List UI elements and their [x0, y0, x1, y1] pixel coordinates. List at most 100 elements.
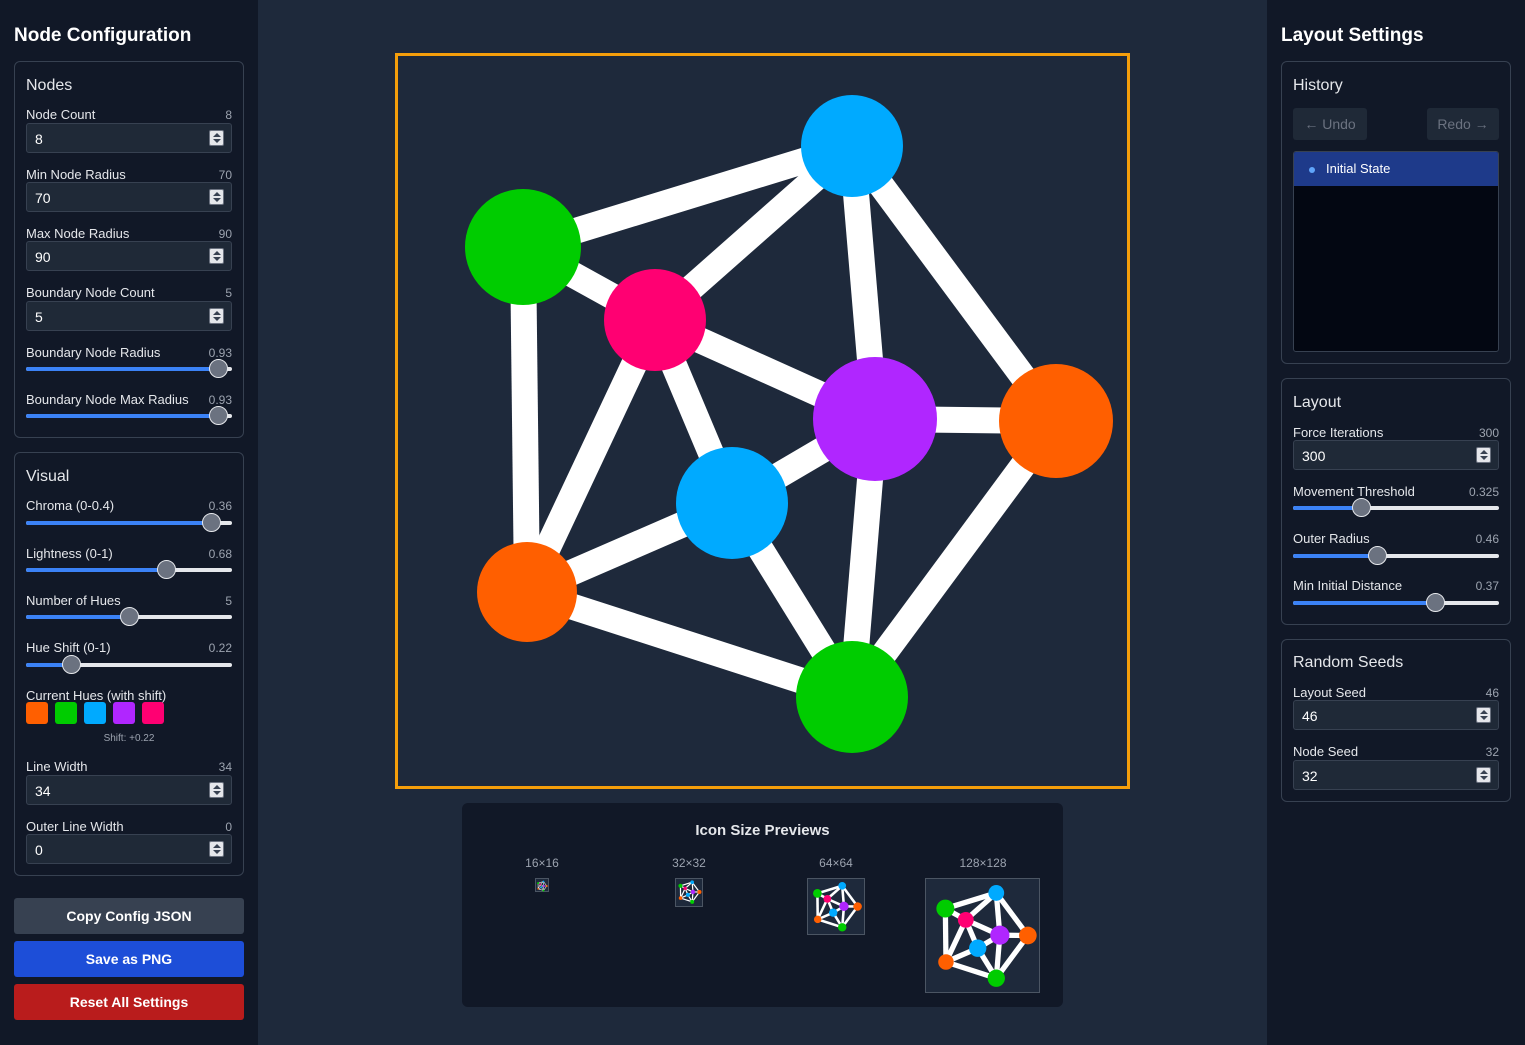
force-iterations-spinner[interactable]	[1476, 447, 1491, 463]
min-node-radius-spinner[interactable]	[209, 189, 224, 205]
outer-line-width-spinner[interactable]	[209, 841, 224, 857]
preview-label-64: 64×64	[819, 856, 853, 870]
graph-node	[936, 899, 955, 918]
graph-node	[539, 883, 542, 886]
copy-config-button[interactable]: Copy Config JSON	[14, 898, 244, 934]
slider-thumb[interactable]	[1351, 498, 1371, 517]
slider-fill	[26, 615, 129, 619]
graph-node	[828, 908, 838, 917]
slider-thumb[interactable]	[120, 607, 139, 626]
graph-node	[999, 364, 1113, 478]
max-node-radius-input-value: 90	[35, 249, 51, 265]
max-node-radius-spinner[interactable]	[209, 248, 224, 264]
graph-node	[678, 896, 683, 900]
outer-radius-slider[interactable]	[1293, 546, 1499, 565]
graph-node	[987, 969, 1005, 987]
hue-swatch	[142, 702, 164, 724]
layout-seed-spinner[interactable]	[1476, 707, 1491, 723]
chroma-slider[interactable]	[26, 513, 232, 532]
layout-seed-input[interactable]: 46	[1293, 700, 1499, 730]
max-node-radius-label: Max Node Radius	[26, 226, 130, 241]
graph-node	[477, 542, 577, 642]
graph-node	[839, 901, 849, 912]
boundary-node-count-value: 5	[225, 286, 232, 300]
line-width-input[interactable]: 34	[26, 775, 232, 805]
graph-node	[957, 911, 974, 928]
number-of-hues-label: Number of Hues	[26, 593, 121, 608]
graph-node	[542, 884, 545, 887]
history-list[interactable]: Initial State	[1293, 151, 1499, 352]
slider-thumb[interactable]	[208, 406, 228, 425]
graph-node	[685, 892, 690, 897]
history-item[interactable]: Initial State	[1294, 152, 1498, 186]
node-count-label: Node Count	[26, 107, 96, 122]
hue-swatch	[55, 702, 77, 724]
hue-swatch	[113, 702, 135, 724]
reset-settings-button[interactable]: Reset All Settings	[14, 984, 244, 1020]
layout-seed-input-value: 46	[1302, 708, 1318, 724]
min-node-radius-input[interactable]: 70	[26, 182, 232, 212]
undo-label: Undo	[1322, 116, 1356, 132]
graph-node	[853, 902, 862, 911]
max-node-radius-input[interactable]: 90	[26, 241, 232, 271]
node-count-spinner[interactable]	[209, 130, 224, 146]
movement-threshold-label: Movement Threshold	[1293, 484, 1415, 499]
redo-button[interactable]: Redo →	[1427, 108, 1499, 140]
movement-threshold-slider[interactable]	[1293, 498, 1499, 517]
graph-node	[537, 882, 540, 885]
slider-fill	[26, 521, 212, 525]
slider-thumb[interactable]	[208, 359, 228, 378]
boundary-node-radius-value: 0.93	[208, 346, 232, 360]
lightness-slider[interactable]	[26, 560, 232, 579]
movement-threshold-value: 0.325	[1468, 485, 1499, 499]
min-initial-distance-slider[interactable]	[1293, 593, 1499, 612]
slider-fill	[26, 367, 218, 371]
line-width-spinner[interactable]	[209, 782, 224, 798]
boundary-node-count-input[interactable]: 5	[26, 301, 232, 331]
boundary-node-max-radius-slider[interactable]	[26, 406, 232, 425]
boundary-node-count-spinner[interactable]	[209, 308, 224, 324]
graph-node	[697, 889, 702, 895]
min-node-radius-label: Min Node Radius	[26, 167, 126, 182]
slider-thumb[interactable]	[1426, 593, 1446, 612]
graph-node	[796, 641, 908, 753]
graph-node	[1019, 926, 1037, 945]
graph-node	[801, 95, 903, 197]
outer-line-width-value: 0	[225, 820, 232, 834]
nodes-panel-title: Nodes	[26, 77, 73, 94]
graph-node	[542, 880, 545, 883]
redo-label: Redo	[1437, 116, 1471, 132]
graph-canvas[interactable]	[398, 56, 1127, 786]
graph-node	[540, 886, 543, 889]
boundary-node-count-label: Boundary Node Count	[26, 285, 155, 300]
history-panel-title: History	[1293, 77, 1343, 94]
outer-line-width-input[interactable]: 0	[26, 834, 232, 864]
min-initial-distance-value: 0.37	[1475, 579, 1499, 593]
node-seed-input[interactable]: 32	[1293, 760, 1499, 790]
node-count-value: 8	[225, 108, 232, 122]
history-item-label: Initial State	[1326, 161, 1391, 176]
min-node-radius-value: 70	[218, 168, 232, 182]
preview-32-icon	[678, 880, 702, 904]
layout-panel-title: Layout	[1293, 394, 1342, 411]
number-of-hues-slider[interactable]	[26, 607, 232, 626]
boundary-node-radius-slider[interactable]	[26, 359, 232, 378]
node-seed-value: 32	[1485, 745, 1499, 759]
graph-node	[988, 885, 1005, 901]
node-seed-spinner[interactable]	[1476, 767, 1491, 783]
graph-node	[823, 895, 832, 903]
force-iterations-input[interactable]: 300	[1293, 440, 1499, 470]
graph-canvas-frame	[395, 53, 1130, 789]
preview-label-32: 32×32	[672, 856, 706, 870]
save-png-button[interactable]: Save as PNG	[14, 941, 244, 977]
right-sidebar-title: Layout Settings	[1281, 25, 1424, 46]
undo-button[interactable]: ← Undo	[1293, 108, 1367, 140]
graph-node	[838, 881, 847, 890]
slider-thumb[interactable]	[157, 560, 177, 579]
hue-shift-slider[interactable]	[26, 655, 232, 674]
graph-node	[990, 925, 1010, 945]
left-sidebar-title: Node Configuration	[14, 25, 192, 46]
current-hues-label: Current Hues (with shift)	[26, 688, 167, 703]
node-count-input[interactable]: 8	[26, 123, 232, 153]
graph-node	[678, 883, 683, 888]
